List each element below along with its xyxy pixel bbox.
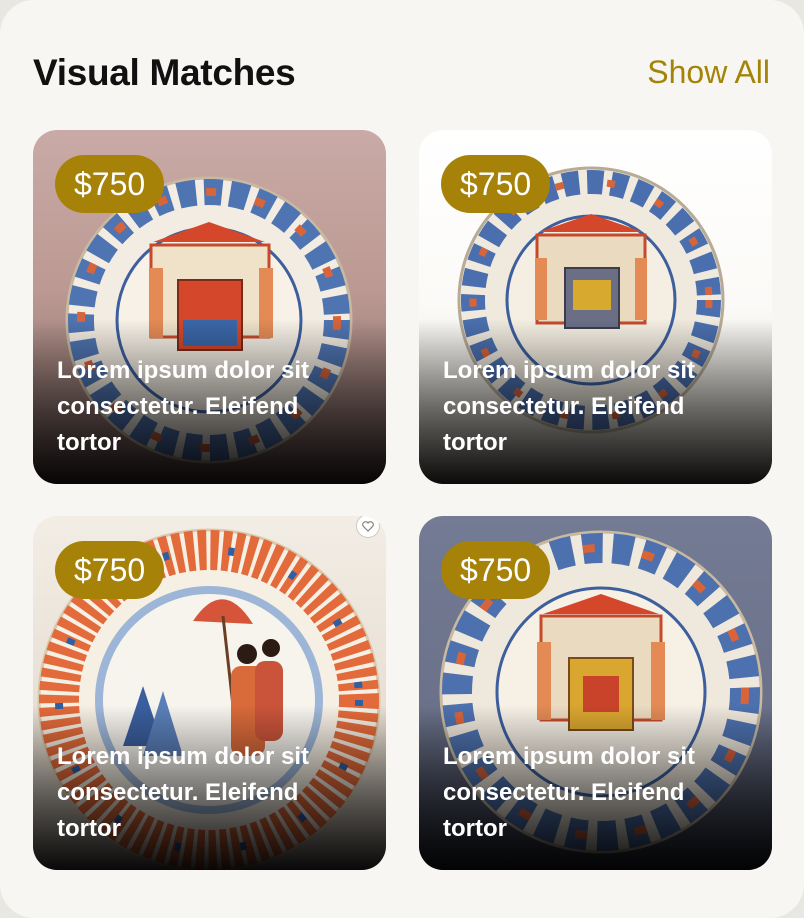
- match-card[interactable]: $750 Lorem ipsum dolor sit consectetur. …: [33, 130, 386, 484]
- match-card[interactable]: $750 Lorem ipsum dolor sit consectetur. …: [419, 516, 772, 870]
- match-card[interactable]: $750 Lorem ipsum dolor sit consectetur. …: [33, 516, 386, 870]
- price-badge: $750: [55, 155, 165, 213]
- price-badge: $750: [55, 541, 165, 599]
- card-caption: Lorem ipsum dolor sit consectetur. Eleif…: [443, 357, 696, 456]
- card-caption: Lorem ipsum dolor sit consectetur. Eleif…: [57, 743, 310, 842]
- card-caption: Lorem ipsum dolor sit consectetur. Eleif…: [443, 743, 696, 842]
- price-badge: $750: [441, 155, 551, 213]
- section-title: Visual Matches: [33, 52, 296, 93]
- visual-matches-panel: Visual Matches Show All $750 Lorem ipsum…: [0, 0, 804, 918]
- match-card[interactable]: $750 Lorem ipsum dolor sit consectetur. …: [419, 130, 772, 484]
- price-badge: $750: [441, 541, 551, 599]
- card-caption: Lorem ipsum dolor sit consectetur. Eleif…: [57, 357, 310, 456]
- show-all-link[interactable]: Show All: [647, 54, 770, 91]
